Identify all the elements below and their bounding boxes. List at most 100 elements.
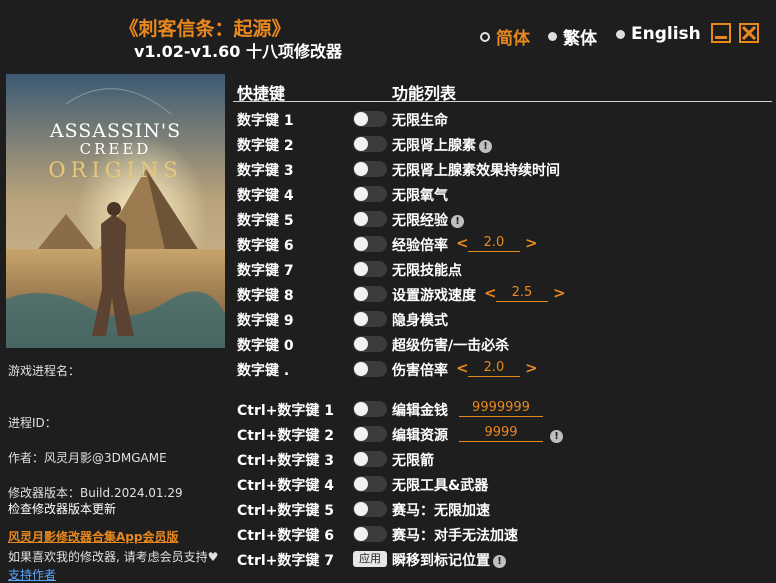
cover-logo-line3: ORIGINS (48, 158, 183, 182)
edit-value-input[interactable]: 9999 (459, 425, 543, 442)
radio-icon (548, 32, 557, 41)
increase-arrow[interactable]: > (525, 359, 538, 377)
lang-simplified[interactable]: 简体 (480, 24, 530, 49)
toggle-knob (354, 337, 368, 351)
cheat-name-text: 无限氧气 (392, 188, 448, 204)
apply-button[interactable]: 应用 (353, 551, 387, 567)
cheat-name-text: 设置游戏速度 (392, 288, 476, 304)
cheat-name-text: 无限肾上腺素效果持续时间 (392, 163, 560, 179)
author-text: 作者：风灵月影@3DMGAME (8, 451, 167, 465)
warning-icon: ! (493, 555, 506, 568)
hotkey-label: 数字键 9 (237, 313, 294, 329)
cheat-name: 瞬移到标记位置! (392, 550, 506, 570)
cheat-toggle[interactable] (353, 501, 387, 517)
cheat-toggle[interactable] (353, 136, 387, 152)
cheat-name: 无限肾上腺素效果持续时间 (392, 160, 560, 180)
cheat-name-text: 编辑资源 (392, 428, 448, 444)
hotkey-label: Ctrl+数字键 5 (237, 503, 335, 519)
cheat-name-text: 隐身模式 (392, 313, 448, 329)
cheat-name-text: 编辑金钱 (392, 403, 448, 419)
cheat-toggle[interactable] (353, 451, 387, 467)
support-author-link[interactable]: 支持作者 (8, 566, 56, 583)
cheat-toggle[interactable] (353, 161, 387, 177)
header-divider (233, 101, 772, 102)
lang-traditional[interactable]: 繁体 (548, 24, 597, 49)
cheat-name-text: 无限肾上腺素 (392, 138, 476, 154)
support-text: 如果喜欢我的修改器, 请考虑会员支持♥ (8, 550, 219, 564)
cheat-toggle[interactable] (353, 426, 387, 442)
toggle-knob (354, 212, 368, 226)
cheat-name: 设置游戏速度 (392, 285, 476, 305)
cheat-toggle[interactable] (353, 361, 387, 377)
warning-icon-wrap: ! (547, 425, 563, 444)
game-title: 《刺客信条：起源》 (119, 18, 291, 40)
increase-arrow[interactable]: > (525, 234, 538, 252)
toggle-knob (354, 452, 368, 466)
minimize-button[interactable] (711, 23, 731, 43)
process-name-label: 游戏进程名： (8, 364, 81, 378)
cheat-name: 无限箭 (392, 450, 434, 470)
hotkey-label: 数字键 0 (237, 338, 294, 354)
cheat-name-text: 无限经验 (392, 213, 448, 229)
cheat-name: 无限生命 (392, 110, 448, 130)
decrease-arrow[interactable]: < (456, 359, 469, 377)
cheat-name-text: 超级伤害/一击必杀 (392, 338, 510, 354)
multiplier-value[interactable]: 2.5 (496, 285, 548, 302)
toggle-knob (354, 402, 368, 416)
multiplier-value[interactable]: 2.0 (468, 360, 520, 377)
cheat-toggle[interactable] (353, 261, 387, 277)
cheat-toggle[interactable] (353, 401, 387, 417)
increase-arrow[interactable]: > (553, 284, 566, 302)
cheat-name: 赛马：无限加速 (392, 500, 490, 520)
decrease-arrow[interactable]: < (484, 284, 497, 302)
toggle-knob (354, 287, 368, 301)
cheat-toggle[interactable] (353, 286, 387, 302)
cheat-name: 赛马：对手无法加速 (392, 525, 518, 545)
radio-selected-icon (480, 31, 490, 42)
lang-label: 繁体 (563, 29, 597, 49)
toggle-knob (354, 262, 368, 276)
cheat-name: 编辑资源 (392, 425, 448, 445)
toggle-knob (354, 427, 368, 441)
hotkey-label: Ctrl+数字键 6 (237, 528, 335, 544)
cheat-toggle[interactable] (353, 476, 387, 492)
cheat-toggle[interactable] (353, 186, 387, 202)
lang-english[interactable]: English (616, 24, 701, 44)
cheat-toggle[interactable] (353, 111, 387, 127)
toggle-knob (354, 112, 368, 126)
toggle-knob (354, 362, 368, 376)
hotkey-label: Ctrl+数字键 3 (237, 453, 335, 469)
cheat-toggle[interactable] (353, 526, 387, 542)
cheat-name: 经验倍率 (392, 235, 448, 255)
check-update-link[interactable]: 检查修改器版本更新 (8, 500, 116, 517)
cheat-toggle[interactable] (353, 336, 387, 352)
app-promo-link[interactable]: 风灵月影修改器合集App会员版 (8, 528, 178, 545)
warning-icon: ! (451, 215, 464, 228)
game-cover-image: ASSASSIN'S CREED ORIGINS (6, 74, 225, 348)
cheat-toggle[interactable] (353, 211, 387, 227)
edit-value-input[interactable]: 9999999 (459, 400, 543, 417)
hotkey-label: Ctrl+数字键 1 (237, 403, 335, 419)
warning-icon: ! (550, 430, 563, 443)
hotkey-label: Ctrl+数字键 4 (237, 478, 335, 494)
decrease-arrow[interactable]: < (456, 234, 469, 252)
toggle-knob (354, 477, 368, 491)
cheat-name-text: 赛马：对手无法加速 (392, 528, 518, 544)
lang-label: English (631, 24, 701, 44)
hotkey-label: Ctrl+数字键 2 (237, 428, 335, 444)
close-icon (742, 26, 756, 40)
cheat-name: 超级伤害/一击必杀 (392, 335, 509, 355)
cheat-name-text: 瞬移到标记位置 (392, 553, 490, 569)
hotkey-label: 数字键 1 (237, 113, 294, 129)
hotkey-label: 数字键 5 (237, 213, 294, 229)
cheat-toggle[interactable] (353, 236, 387, 252)
cheat-name: 无限肾上腺素! (392, 135, 492, 155)
toggle-knob (354, 237, 368, 251)
close-button[interactable] (739, 23, 759, 43)
cheat-name: 无限工具&武器 (392, 475, 488, 495)
hotkey-label: Ctrl+数字键 7 (237, 553, 335, 569)
hotkey-label: 数字键 2 (237, 138, 294, 154)
multiplier-value[interactable]: 2.0 (468, 235, 520, 252)
trainer-version: 修改器版本：Build.2024.01.29 (8, 486, 183, 500)
cheat-toggle[interactable] (353, 311, 387, 327)
